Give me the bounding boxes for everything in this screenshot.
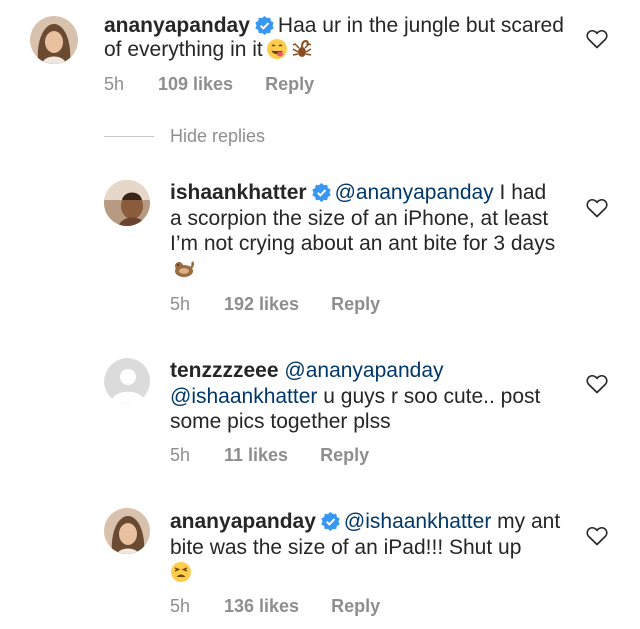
comment-meta: 5h 136 likes Reply bbox=[170, 596, 380, 617]
timestamp: 5h bbox=[170, 445, 191, 465]
comment-text: ananyapanday @ishaankhatter my ant bite w… bbox=[170, 509, 570, 586]
likes-count[interactable]: 136 likes bbox=[224, 596, 299, 617]
verified-badge-icon bbox=[255, 16, 274, 35]
timestamp: 5h bbox=[170, 294, 191, 314]
username[interactable]: tenzzzzeee bbox=[170, 359, 279, 382]
reply-button[interactable]: Reply bbox=[331, 294, 380, 315]
comment-meta: 5h 11 likes Reply bbox=[170, 445, 369, 466]
timestamp: 5h bbox=[104, 74, 125, 94]
hide-replies-label: Hide replies bbox=[170, 126, 266, 146]
hide-replies-toggle[interactable]: Hide replies bbox=[104, 126, 265, 147]
avatar-ishaankhatter[interactable] bbox=[104, 180, 150, 226]
likes-count[interactable]: 109 likes bbox=[158, 74, 233, 95]
yum-face-emoji bbox=[266, 39, 287, 59]
like-heart-icon[interactable] bbox=[586, 374, 608, 394]
reply-button[interactable]: Reply bbox=[265, 74, 314, 95]
comment-meta: 5h 109 likes Reply bbox=[104, 74, 314, 95]
tired-face-emoji bbox=[171, 562, 191, 582]
avatar-default[interactable] bbox=[104, 358, 150, 404]
comment-text: tenzzzzeee @ananyapanday @ishaankhatter … bbox=[170, 358, 560, 435]
mention-link[interactable]: @ananyapanday bbox=[284, 359, 443, 382]
verified-badge-icon bbox=[321, 512, 340, 531]
like-heart-icon[interactable] bbox=[586, 198, 608, 218]
comment-text: ananyapanday Haa ur in the jungle but sca… bbox=[104, 14, 564, 62]
avatar-ananyapanday[interactable] bbox=[104, 508, 150, 554]
mention-link[interactable]: @ananyapanday bbox=[335, 181, 494, 204]
timestamp: 5h bbox=[170, 596, 191, 616]
divider-line bbox=[104, 136, 154, 137]
comment-meta: 5h 192 likes Reply bbox=[170, 294, 380, 315]
like-heart-icon[interactable] bbox=[586, 29, 608, 49]
username[interactable]: ananyapanday bbox=[104, 14, 250, 37]
avatar-ananyapanday[interactable] bbox=[30, 16, 78, 64]
otter-emoji bbox=[175, 260, 195, 277]
likes-count[interactable]: 11 likes bbox=[224, 445, 288, 466]
reply-button[interactable]: Reply bbox=[331, 596, 380, 617]
likes-count[interactable]: 192 likes bbox=[224, 294, 299, 315]
scorpion-emoji bbox=[292, 39, 312, 57]
verified-badge-icon bbox=[311, 183, 331, 202]
mention-link[interactable]: @ishaankhatter bbox=[344, 510, 491, 533]
mention-link[interactable]: @ishaankhatter bbox=[170, 385, 317, 408]
username[interactable]: ishaankhatter bbox=[170, 181, 307, 204]
like-heart-icon[interactable] bbox=[586, 526, 608, 546]
username[interactable]: ananyapanday bbox=[170, 510, 316, 533]
comment-text: ishaankhatter @ananyapanday I had a scorp… bbox=[170, 180, 560, 282]
reply-button[interactable]: Reply bbox=[320, 445, 369, 466]
